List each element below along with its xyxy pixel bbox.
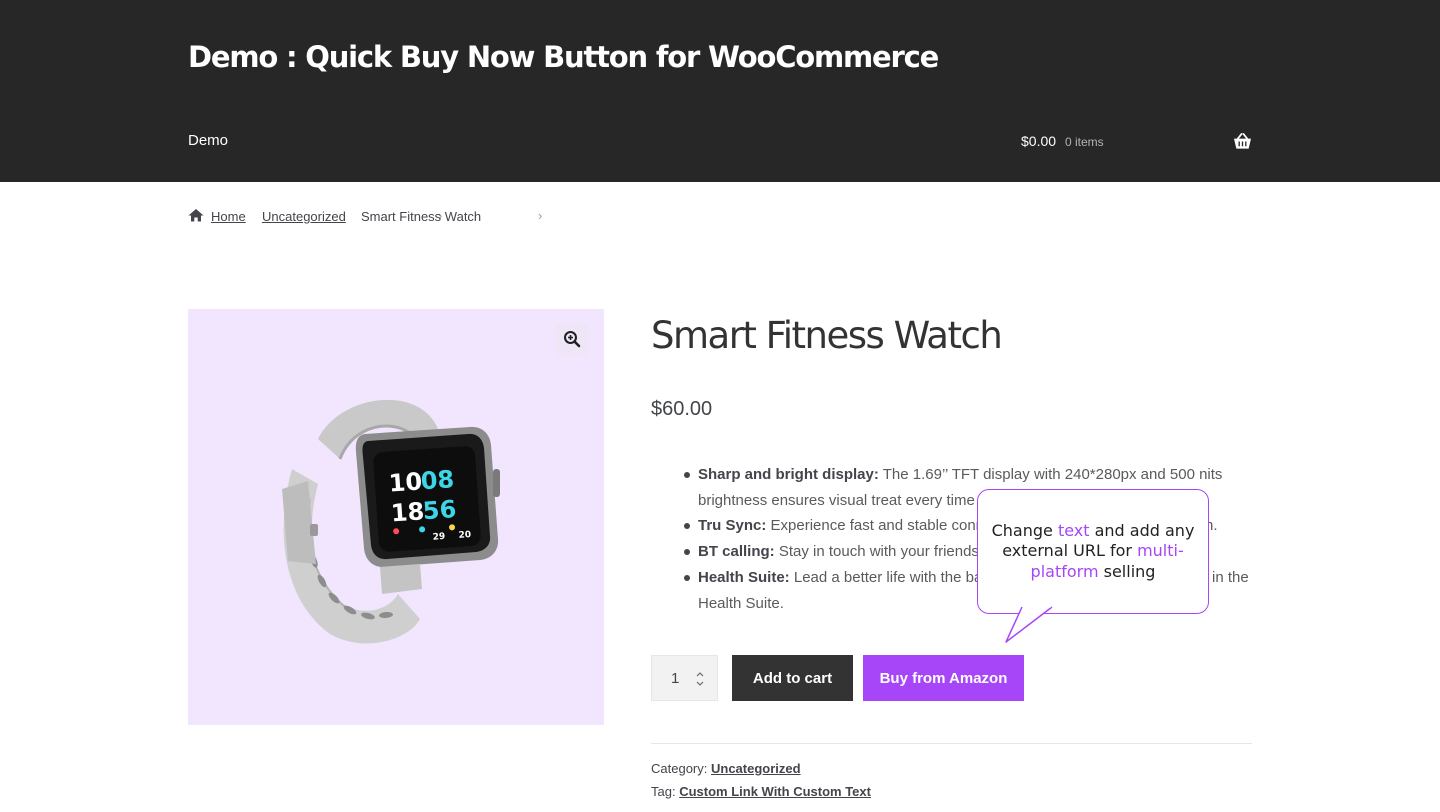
smart-watch-image: 10 08 18 56 29 20: [282, 399, 500, 644]
add-to-cart-button[interactable]: Add to cart: [732, 655, 853, 701]
site-title[interactable]: Demo : Quick Buy Now Button for WooComme…: [188, 40, 939, 74]
category-link[interactable]: Uncategorized: [711, 761, 801, 776]
divider: [651, 743, 1252, 744]
zoom-in-icon[interactable]: [563, 330, 581, 348]
svg-text:20: 20: [458, 530, 471, 541]
cart-count[interactable]: 0 items: [1065, 135, 1104, 149]
callout-text: Change text and add any external URL for…: [991, 520, 1195, 581]
product-title: Smart Fitness Watch: [651, 314, 1003, 357]
spinner-arrows-icon[interactable]: [695, 670, 705, 688]
callout-tail: [1005, 606, 1053, 643]
svg-text:18: 18: [390, 497, 425, 527]
site-header: Demo : Quick Buy Now Button for WooComme…: [0, 0, 1440, 182]
basket-icon[interactable]: [1233, 133, 1252, 150]
buy-from-amazon-button[interactable]: Buy from Amazon: [863, 655, 1024, 701]
zoom-button[interactable]: [556, 323, 588, 355]
svg-text:10: 10: [388, 467, 423, 497]
quantity-stepper[interactable]: 1: [651, 655, 718, 701]
tag-link[interactable]: Custom Link With Custom Text: [679, 784, 871, 799]
callout-bubble: Change text and add any external URL for…: [977, 489, 1209, 614]
header-cart[interactable]: $0.00 0 items: [1020, 132, 1252, 154]
product-tag: Tag: Custom Link With Custom Text: [651, 784, 871, 799]
product-category: Category: Uncategorized: [651, 761, 801, 776]
quantity-value[interactable]: 1: [671, 670, 679, 687]
svg-text:56: 56: [422, 495, 457, 525]
product-image-gallery[interactable]: 10 08 18 56 29 20: [188, 309, 604, 725]
svg-text:08: 08: [420, 465, 455, 495]
svg-text:29: 29: [432, 532, 445, 543]
breadcrumb-separator: ›: [538, 208, 543, 223]
breadcrumb-home[interactable]: Home: [211, 209, 246, 224]
nav-link-demo[interactable]: Demo: [188, 132, 228, 149]
product-price: $60.00: [651, 398, 713, 420]
breadcrumb-current: Smart Fitness Watch: [361, 209, 482, 224]
breadcrumb-category[interactable]: Uncategorized: [262, 209, 346, 224]
cart-amount[interactable]: $0.00: [1021, 133, 1056, 149]
home-icon[interactable]: [188, 208, 204, 222]
